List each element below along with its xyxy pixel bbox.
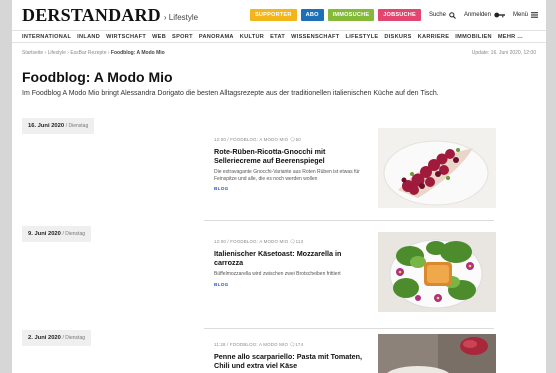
service-pills: SUPPORTER ABO IMMOSUCHE JOBSUCHE bbox=[249, 9, 421, 21]
page: DERSTANDARD › Lifestyle SUPPORTER ABO IM… bbox=[12, 0, 546, 373]
article-meta: 11:28 / FOODBLOG: A MODO MIO 🗨174 bbox=[214, 342, 366, 348]
date-badge: 16. Juni 2020 / Dienstag bbox=[22, 118, 95, 134]
weekday-text: / Dienstag bbox=[62, 335, 86, 341]
article-meta-text: 11:28 / FOODBLOG: A MODO MIO bbox=[214, 342, 289, 347]
gnocchi-dish-image bbox=[378, 128, 496, 208]
immosuche-button[interactable]: IMMOSUCHE bbox=[327, 9, 375, 21]
key-icon bbox=[494, 12, 505, 18]
article-image[interactable] bbox=[378, 128, 496, 208]
comment-count: 50 bbox=[295, 137, 301, 142]
main-nav: INTERNATIONAL INLAND WIRTSCHAFT WEB SPOR… bbox=[12, 30, 546, 43]
search-button[interactable]: Suche bbox=[428, 11, 456, 19]
site-header: DERSTANDARD › Lifestyle SUPPORTER ABO IM… bbox=[12, 0, 546, 30]
nav-item[interactable]: PANORAMA bbox=[199, 34, 234, 40]
site-logo[interactable]: DERSTANDARD bbox=[22, 5, 161, 26]
search-icon bbox=[449, 11, 456, 19]
article-meta-text: 12:00 / FOODBLOG: A MODO MIO bbox=[214, 239, 289, 244]
pasta-dish-image bbox=[378, 334, 496, 373]
search-label: Suche bbox=[428, 12, 446, 18]
article-teaser-text: Büffelmozzarella wird zwischen zwei Brot… bbox=[214, 271, 341, 277]
date-text: 2. Juni 2020 bbox=[28, 335, 61, 341]
breadcrumb-current: Foodblog: A Modo Mio bbox=[110, 50, 165, 56]
breadcrumb-path[interactable]: Startseite › Lifestyle › EssBar Rezepte … bbox=[22, 50, 111, 56]
date-text: 9. Juni 2020 bbox=[28, 231, 61, 237]
weekday-text: / Dienstag bbox=[65, 123, 89, 129]
list-item: 9. Juni 2020 / Dienstag 12:00 / FOODBLOG… bbox=[22, 226, 504, 326]
article-image[interactable] bbox=[378, 334, 496, 373]
jobsuche-button[interactable]: JOBSUCHE bbox=[378, 9, 421, 21]
blog-label[interactable]: BLOG bbox=[214, 186, 366, 191]
nav-item[interactable]: INTERNATIONAL bbox=[22, 34, 71, 40]
menu-label: Menü bbox=[512, 12, 528, 18]
nav-item-more[interactable]: MEHR ... bbox=[498, 34, 523, 40]
comment-count: 113 bbox=[295, 239, 304, 244]
date-badge: 2. Juni 2020 / Dienstag bbox=[22, 330, 92, 346]
login-label: Anmelden bbox=[463, 12, 491, 18]
breadcrumb-row: Startseite › Lifestyle › EssBar Rezepte … bbox=[12, 43, 546, 56]
nav-item[interactable]: WISSENSCHAFT bbox=[291, 34, 339, 40]
update-timestamp: Update: 16. Juni 2020, 12:00 bbox=[471, 50, 536, 56]
weekday-text: / Dienstag bbox=[62, 231, 86, 237]
list-item: 16. Juni 2020 / Dienstag 12:00 / FOODBLO… bbox=[22, 118, 504, 218]
article-teaser[interactable]: 12:00 / FOODBLOG: A MODO MIO 🗨50 Rote-Rü… bbox=[214, 137, 366, 191]
nav-item[interactable]: ETAT bbox=[270, 34, 285, 40]
hamburger-icon bbox=[531, 12, 538, 18]
nav-item[interactable]: SPORT bbox=[172, 34, 193, 40]
nav-item[interactable]: WEB bbox=[152, 34, 166, 40]
nav-item[interactable]: WIRTSCHAFT bbox=[106, 34, 146, 40]
comment-count: 174 bbox=[295, 342, 304, 347]
nav-item[interactable]: KULTUR bbox=[240, 34, 264, 40]
nav-item[interactable]: INLAND bbox=[77, 34, 100, 40]
nav-item[interactable]: IMMOBILIEN bbox=[455, 34, 492, 40]
article-title[interactable]: Penne allo scarpariello: Pasta mit Tomat… bbox=[214, 352, 366, 370]
blog-label[interactable]: BLOG bbox=[214, 282, 366, 287]
list-item: 2. Juni 2020 / Dienstag 11:28 / FOODBLOG… bbox=[22, 330, 504, 373]
article-meta: 12:00 / FOODBLOG: A MODO MIO 🗨113 bbox=[214, 239, 366, 245]
divider bbox=[204, 328, 494, 329]
login-button[interactable]: Anmelden bbox=[464, 12, 505, 18]
divider bbox=[204, 220, 494, 221]
page-title: Foodblog: A Modo Mio bbox=[22, 69, 173, 85]
nav-item[interactable]: LIFESTYLE bbox=[346, 34, 379, 40]
article-teaser[interactable]: 12:00 / FOODBLOG: A MODO MIO 🗨113 Italie… bbox=[214, 239, 366, 287]
date-text: 16. Juni 2020 bbox=[28, 123, 65, 129]
article-meta: 12:00 / FOODBLOG: A MODO MIO 🗨50 bbox=[214, 137, 366, 143]
article-teaser-text: Die extravagante Gnocchi-Variante aus Ro… bbox=[214, 169, 360, 182]
breadcrumb[interactable]: Startseite › Lifestyle › EssBar Rezepte … bbox=[22, 50, 165, 56]
supporter-button[interactable]: SUPPORTER bbox=[249, 9, 297, 21]
kaesetoast-dish-image bbox=[378, 232, 496, 312]
article-image[interactable] bbox=[378, 232, 496, 312]
nav-item[interactable]: DISKURS bbox=[384, 34, 411, 40]
menu-button[interactable]: Menü bbox=[513, 12, 538, 18]
article-teaser[interactable]: 11:28 / FOODBLOG: A MODO MIO 🗨174 Penne … bbox=[214, 342, 366, 370]
abo-button[interactable]: ABO bbox=[300, 9, 324, 21]
article-title[interactable]: Rote-Rüben-Ricotta-Gnocchi mit Selleriec… bbox=[214, 147, 366, 165]
nav-item[interactable]: KARRIERE bbox=[418, 34, 450, 40]
section-label[interactable]: › Lifestyle bbox=[164, 13, 198, 22]
page-intro: Im Foodblog A Modo Mio bringt Alessandra… bbox=[22, 90, 439, 97]
article-title[interactable]: Italienischer Käsetoast: Mozzarella in c… bbox=[214, 249, 366, 267]
article-meta-text: 12:00 / FOODBLOG: A MODO MIO bbox=[214, 137, 289, 142]
date-badge: 9. Juni 2020 / Dienstag bbox=[22, 226, 92, 242]
